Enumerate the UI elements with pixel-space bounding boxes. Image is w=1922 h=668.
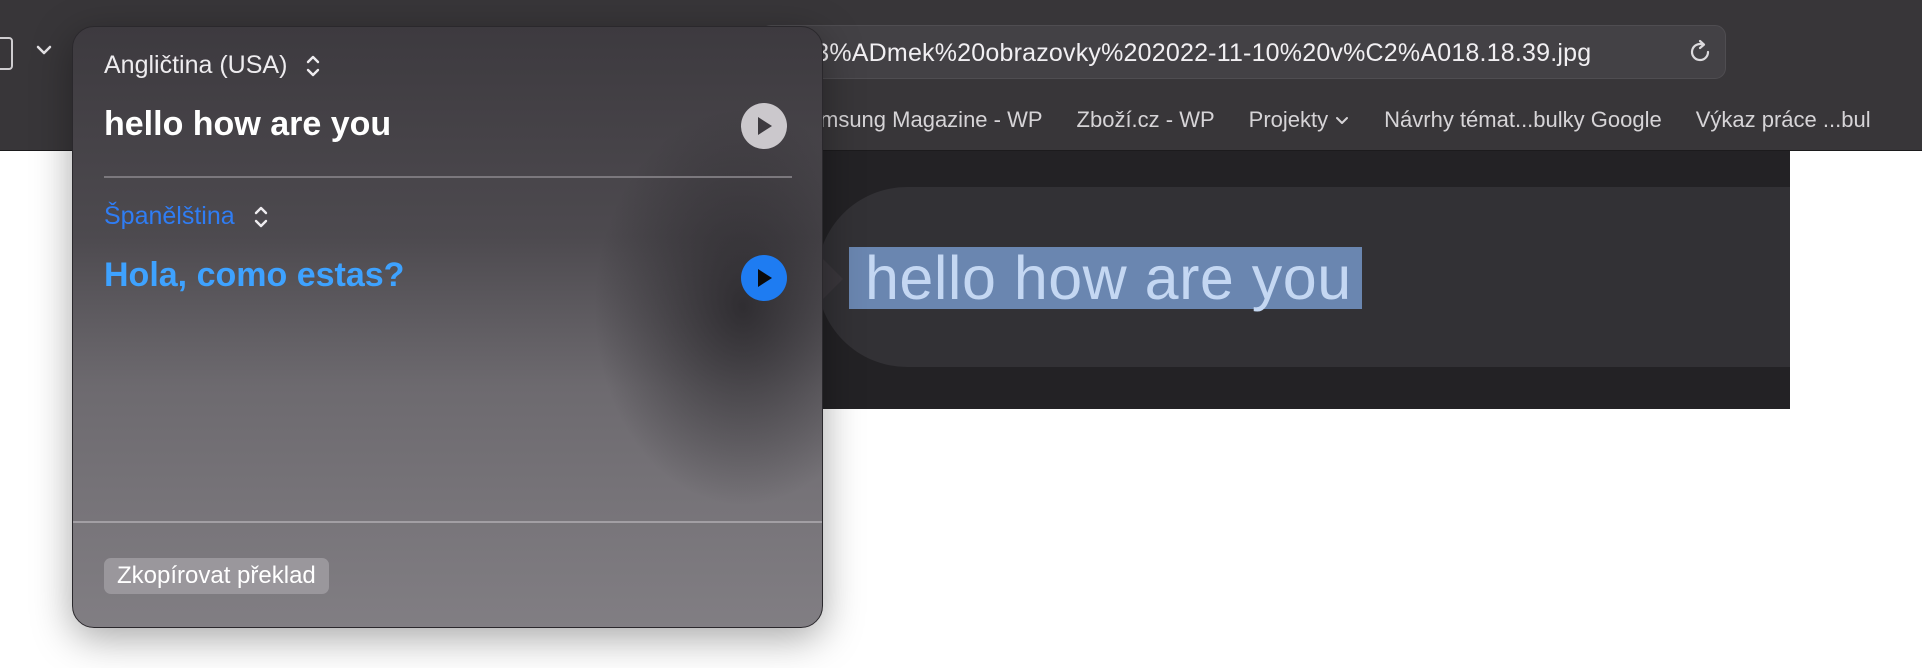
divider — [104, 176, 792, 178]
bookmark-label: Výkaz práce ...bul — [1695, 107, 1871, 132]
chevron-down-icon — [1336, 117, 1349, 124]
page-image: hello how are you — [815, 151, 1790, 409]
source-language-label: Angličtina (USA) — [104, 51, 288, 79]
target-language-selector[interactable]: Španělština — [104, 202, 269, 231]
bookmark-item[interactable]: Výkaz práce ...bul — [1696, 107, 1871, 133]
chevron-down-icon[interactable] — [34, 40, 54, 60]
translation-popover: Angličtina (USA) hello how are you Španě… — [72, 26, 823, 628]
bookmark-item[interactable]: msung Magazine - WP — [820, 107, 1043, 133]
play-translation-button[interactable] — [741, 255, 787, 301]
popover-backdrop — [593, 107, 822, 507]
bookmarks-bar: msung Magazine - WP Zboží.cz - WP Projek… — [820, 105, 1905, 135]
translated-text: Hola, como estas? — [104, 256, 405, 294]
bookmark-label: Zboží.cz - WP — [1076, 107, 1215, 132]
source-text: hello how are you — [104, 105, 392, 143]
bookmark-label: msung Magazine - WP — [820, 107, 1043, 132]
bookmark-label: Návrhy témat...bulky Google — [1384, 107, 1662, 132]
reload-icon[interactable] — [1687, 39, 1713, 65]
address-bar[interactable]: C3%ADmek%20obrazovky%202022-11-10%20v%C2… — [760, 25, 1726, 79]
bookmark-label: Projekty — [1248, 107, 1329, 132]
play-icon — [758, 269, 772, 287]
play-icon — [758, 117, 772, 135]
up-down-chevron-icon — [307, 55, 320, 76]
up-down-chevron-icon — [254, 206, 267, 227]
selected-text[interactable]: hello how are you — [849, 247, 1362, 309]
target-language-label: Španělština — [104, 202, 235, 230]
bookmark-folder-projekty[interactable]: Projekty — [1249, 107, 1350, 133]
tab-overview-icon[interactable] — [0, 37, 13, 70]
divider — [73, 521, 822, 523]
play-source-button[interactable] — [741, 103, 787, 149]
bookmark-item[interactable]: Návrhy témat...bulky Google — [1384, 107, 1662, 133]
copy-translation-button[interactable]: Zkopírovat překlad — [104, 558, 329, 594]
source-language-selector[interactable]: Angličtina (USA) — [104, 51, 321, 80]
url-text: C3%ADmek%20obrazovky%202022-11-10%20v%C2… — [797, 39, 1592, 67]
bookmark-item[interactable]: Zboží.cz - WP — [1077, 107, 1215, 133]
